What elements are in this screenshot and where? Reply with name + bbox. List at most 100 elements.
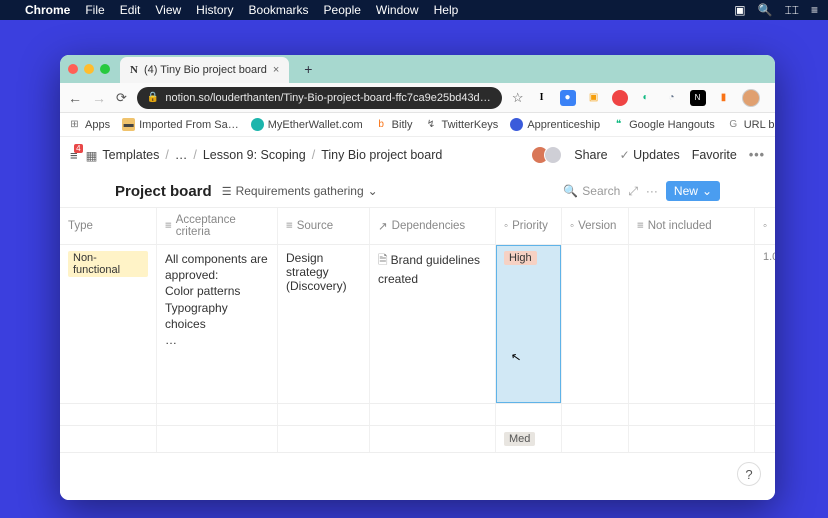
browser-tabbar: N (4) Tiny Bio project board × + bbox=[60, 55, 775, 83]
table-row[interactable]: Non-functional All components are approv… bbox=[60, 245, 775, 404]
expand-icon[interactable]: ⤢ bbox=[628, 184, 638, 199]
window-controls bbox=[68, 64, 110, 74]
extension-icon[interactable]: ▣ bbox=[586, 90, 602, 106]
cell-version bbox=[562, 245, 629, 403]
table-row[interactable] bbox=[60, 404, 775, 426]
new-button[interactable]: New⌄ bbox=[666, 181, 720, 201]
control-center-icon[interactable]: ≡ bbox=[811, 3, 818, 17]
extension-icon[interactable]: N bbox=[690, 90, 706, 106]
cell-acceptance: All components are approved: Color patte… bbox=[165, 251, 269, 348]
view-options-icon[interactable]: ··· bbox=[646, 184, 658, 198]
sidebar-toggle-icon[interactable]: ≡4 bbox=[70, 148, 78, 163]
bookmark-apps[interactable]: ⊞Apps bbox=[68, 118, 110, 131]
database-title[interactable]: Project board bbox=[115, 183, 212, 200]
screen-record-icon[interactable]: ▣ bbox=[734, 3, 745, 17]
browser-window: N (4) Tiny Bio project board × + ← → ⟳ 🔒… bbox=[60, 55, 775, 500]
database-header: Project board ☰ Requirements gathering ⌄… bbox=[60, 173, 775, 207]
crumb-root[interactable]: Templates bbox=[102, 148, 159, 162]
help-button[interactable]: ? bbox=[737, 462, 761, 486]
crumb-page[interactable]: Tiny Bio project board bbox=[321, 148, 442, 162]
browser-toolbar: ← → ⟳ 🔒 notion.so/louderthanten/Tiny-Bio… bbox=[60, 83, 775, 113]
search-icon: 🔍 bbox=[563, 184, 578, 198]
list-view-icon: ☰ bbox=[222, 185, 232, 198]
menu-help[interactable]: Help bbox=[434, 3, 459, 17]
table-header: Type ≡Acceptance criteria ≡Source ↗Depen… bbox=[60, 207, 775, 245]
notion-topbar: ≡4 ▦ Templates / … / Lesson 9: Scoping /… bbox=[60, 137, 775, 173]
presence-avatars[interactable] bbox=[536, 146, 562, 164]
cell-dependencies: 🗎Brand guidelines created bbox=[378, 251, 487, 286]
notion-page: ≡4 ▦ Templates / … / Lesson 9: Scoping /… bbox=[60, 137, 775, 500]
cell-priority-selected[interactable]: High bbox=[496, 245, 562, 403]
column-type[interactable]: Type bbox=[60, 208, 157, 244]
maximize-window-icon[interactable] bbox=[100, 64, 110, 74]
chrome-menu-icon[interactable]: ⋮ bbox=[770, 89, 775, 106]
new-tab-button[interactable]: + bbox=[299, 61, 317, 77]
extension-icon[interactable]: ◐ bbox=[638, 90, 654, 106]
page-more-icon[interactable]: ••• bbox=[749, 148, 765, 162]
column-not-included[interactable]: ≡Not included bbox=[629, 208, 755, 244]
column-acceptance[interactable]: ≡Acceptance criteria bbox=[157, 208, 278, 244]
close-window-icon[interactable] bbox=[68, 64, 78, 74]
crumb-ellipsis[interactable]: … bbox=[175, 148, 188, 162]
table-row[interactable]: Med bbox=[60, 426, 775, 453]
toggle-icon[interactable]: ⌶⌶ bbox=[785, 3, 799, 18]
browser-tab[interactable]: N (4) Tiny Bio project board × bbox=[120, 57, 289, 83]
forward-button[interactable]: → bbox=[92, 90, 106, 106]
menu-file[interactable]: File bbox=[85, 3, 104, 17]
share-button[interactable]: Share bbox=[574, 148, 607, 162]
bookmark-folder[interactable]: ▬Imported From Sa… bbox=[122, 118, 239, 131]
back-button[interactable]: ← bbox=[68, 90, 82, 106]
bookmark-item[interactable]: bBitly bbox=[375, 118, 413, 131]
bookmarks-bar: ⊞Apps ▬Imported From Sa… MyEtherWallet.c… bbox=[60, 113, 775, 137]
cell-not-included bbox=[629, 245, 755, 403]
reload-button[interactable]: ⟳ bbox=[116, 90, 127, 106]
column-source[interactable]: ≡Source bbox=[278, 208, 370, 244]
address-bar[interactable]: 🔒 notion.so/louderthanten/Tiny-Bio-proje… bbox=[137, 87, 502, 109]
close-tab-icon[interactable]: × bbox=[273, 64, 279, 76]
menu-history[interactable]: History bbox=[196, 3, 233, 17]
database-table: Type ≡Acceptance criteria ≡Source ↗Depen… bbox=[60, 207, 775, 500]
bookmark-item[interactable]: Apprenticeship bbox=[510, 118, 600, 131]
minimize-window-icon[interactable] bbox=[84, 64, 94, 74]
column-dependencies[interactable]: ↗Dependencies bbox=[370, 208, 496, 244]
priority-tag: High bbox=[504, 251, 537, 265]
templates-icon: ▦ bbox=[86, 148, 98, 163]
search-button[interactable]: 🔍 Search bbox=[563, 184, 620, 198]
updates-button[interactable]: ✓ Updates bbox=[620, 148, 680, 162]
cell-source: Design strategy (Discovery) bbox=[286, 251, 361, 293]
bookmark-item[interactable]: ❝Google Hangouts bbox=[612, 118, 715, 131]
url-text: notion.so/louderthanten/Tiny-Bio-project… bbox=[165, 92, 492, 104]
crumb-lesson[interactable]: Lesson 9: Scoping bbox=[203, 148, 306, 162]
column-more[interactable]: ◦ bbox=[755, 208, 773, 244]
bookmark-item[interactable]: MyEtherWallet.com bbox=[251, 118, 363, 131]
menu-view[interactable]: View bbox=[155, 3, 181, 17]
menu-bookmarks[interactable]: Bookmarks bbox=[249, 3, 309, 17]
menu-edit[interactable]: Edit bbox=[120, 3, 141, 17]
menu-window[interactable]: Window bbox=[376, 3, 419, 17]
notion-favicon-icon: N bbox=[130, 64, 138, 76]
bookmark-item[interactable]: GURL builder bbox=[727, 118, 775, 131]
bookmark-item[interactable]: ↯TwitterKeys bbox=[424, 118, 498, 131]
spotlight-icon[interactable]: 🔍 bbox=[758, 3, 773, 17]
column-version[interactable]: ◦Version bbox=[562, 208, 629, 244]
notification-badge: 4 bbox=[74, 144, 82, 153]
breadcrumb: Templates / … / Lesson 9: Scoping / Tiny… bbox=[102, 148, 442, 162]
menu-chrome[interactable]: Chrome bbox=[25, 3, 70, 17]
chevron-down-icon: ⌄ bbox=[702, 184, 712, 198]
extension-icon[interactable] bbox=[612, 90, 628, 106]
priority-tag: Med bbox=[504, 432, 535, 446]
type-tag: Non-functional bbox=[68, 251, 148, 277]
tab-title: (4) Tiny Bio project board bbox=[144, 64, 267, 76]
extension-icon[interactable]: I bbox=[534, 90, 550, 106]
extension-icon[interactable]: ▮ bbox=[716, 90, 732, 106]
chevron-down-icon: ⌄ bbox=[368, 184, 378, 198]
menu-people[interactable]: People bbox=[324, 3, 361, 17]
extension-icon[interactable]: ● bbox=[560, 90, 576, 106]
column-priority[interactable]: ◦Priority bbox=[496, 208, 562, 244]
view-selector[interactable]: ☰ Requirements gathering ⌄ bbox=[222, 184, 378, 198]
bookmark-star-icon[interactable]: ☆ bbox=[512, 90, 524, 106]
favorite-button[interactable]: Favorite bbox=[692, 148, 737, 162]
profile-avatar[interactable] bbox=[742, 89, 760, 107]
extension-icon[interactable]: ◔ bbox=[664, 90, 680, 106]
cell-extra: 1.0 bbox=[755, 245, 773, 403]
